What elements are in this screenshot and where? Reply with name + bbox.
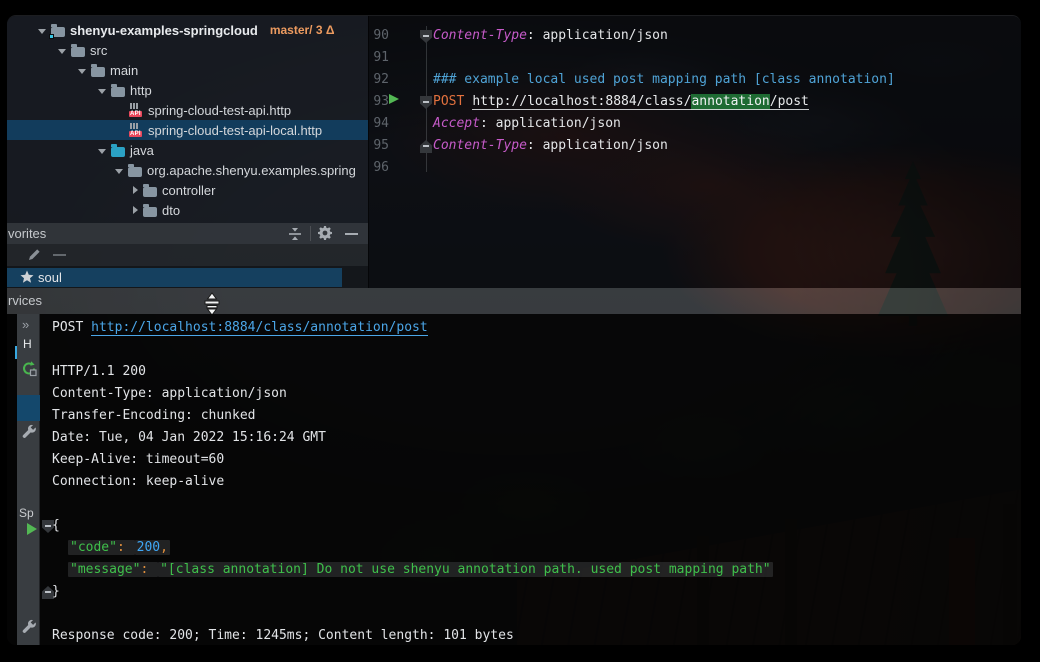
- chevron-down-icon[interactable]: [38, 29, 46, 34]
- http-request-file-icon: API: [129, 103, 143, 117]
- response-header: Content-Type: application/json: [52, 383, 287, 405]
- tab-indicator: [15, 346, 17, 359]
- chevron-right-icon[interactable]: [133, 186, 138, 194]
- tree-row-dto[interactable]: dto: [7, 200, 368, 220]
- selected-service-row[interactable]: [17, 395, 40, 421]
- services-left-gutter: [7, 314, 17, 645]
- tree-row-package[interactable]: org.apache.shenyu.examples.spring: [7, 160, 368, 180]
- star-icon: [20, 270, 34, 289]
- git-branch-label: master/ 3 Δ: [270, 23, 335, 37]
- tree-row-http[interactable]: http: [7, 80, 368, 100]
- editor-line-95: Content-Type: application/json: [433, 135, 668, 157]
- tree-row-controller[interactable]: controller: [7, 180, 368, 200]
- services-tab-label[interactable]: H: [23, 337, 32, 351]
- project-root-folder-icon: [51, 27, 65, 37]
- line-number: 90: [369, 25, 389, 47]
- tree-row-project-root[interactable]: shenyu-examples-springcloud master/ 3 Δ: [7, 20, 368, 40]
- json-message-line: "message": "[class annotation] Do not us…: [52, 559, 773, 581]
- header-separator: [310, 226, 311, 241]
- folder-icon: [71, 47, 85, 57]
- expand-chevrons-icon[interactable]: »: [22, 317, 29, 332]
- services-title: rvices: [8, 293, 42, 308]
- service-node-label[interactable]: Sp: [19, 506, 34, 520]
- response-status-line: HTTP/1.1 200: [52, 361, 146, 383]
- hide-panel-icon[interactable]: [345, 233, 358, 235]
- editor-line-93: POSThttp://localhost:8884/class/annotati…: [433, 91, 809, 113]
- line-number: 96: [369, 157, 389, 179]
- favorites-toolbar: [7, 244, 368, 266]
- tree-row-java[interactable]: java: [7, 140, 368, 160]
- response-header: Connection: keep-alive: [52, 471, 224, 493]
- folder-icon: [143, 207, 157, 217]
- tree-row-main[interactable]: main: [7, 60, 368, 80]
- sources-root-folder-icon: [111, 147, 125, 157]
- tree-row-http-file[interactable]: API spring-cloud-test-api.http: [7, 100, 368, 120]
- chevron-down-icon[interactable]: [98, 89, 106, 94]
- folder-icon: [143, 187, 157, 197]
- response-header: Date: Tue, 04 Jan 2022 15:16:24 GMT: [52, 427, 326, 449]
- favorite-item-label: soul: [38, 270, 62, 285]
- editor[interactable]: 90 91 92 93 94 95 96 Content-Type: appli…: [368, 16, 1021, 288]
- editor-line-94: Accept: application/json: [433, 113, 621, 135]
- line-number: 92: [369, 69, 389, 91]
- json-close-brace: }: [52, 581, 60, 603]
- response-header: Keep-Alive: timeout=60: [52, 449, 224, 471]
- fold-region-icon[interactable]: [420, 140, 432, 153]
- fold-region-icon[interactable]: [420, 30, 432, 43]
- rerun-icon[interactable]: [21, 360, 38, 383]
- services-panel: » H Sp POST http://localhost:8884/class/…: [7, 314, 1021, 645]
- folder-icon: [91, 67, 105, 77]
- favorite-item-soul[interactable]: soul: [7, 268, 342, 287]
- chevron-down-icon[interactable]: [78, 69, 86, 74]
- http-request-file-icon: API: [129, 123, 143, 137]
- line-number: 93: [369, 91, 389, 113]
- ide-window: shenyu-examples-springcloud master/ 3 Δ …: [7, 15, 1021, 645]
- edit-pencil-icon[interactable]: [27, 247, 42, 267]
- editor-line-90: Content-Type: application/json: [433, 25, 668, 47]
- fold-region-icon[interactable]: [420, 96, 432, 109]
- favorites-list: soul: [7, 266, 368, 288]
- request-line: POST http://localhost:8884/class/annotat…: [52, 317, 428, 339]
- gear-icon[interactable]: [317, 225, 333, 246]
- running-service-icon: [27, 523, 37, 535]
- response-summary: Response code: 200; Time: 1245ms; Conten…: [52, 625, 514, 645]
- chevron-down-icon[interactable]: [58, 49, 66, 54]
- json-code-line: "code": 200,: [52, 537, 170, 559]
- chevron-down-icon[interactable]: [115, 169, 123, 174]
- highlighted-annotation-text: annotation: [691, 94, 769, 110]
- favorites-panel-header[interactable]: vorites: [7, 223, 368, 244]
- wrench-icon[interactable]: [21, 619, 38, 641]
- favorites-title: vorites: [8, 226, 46, 241]
- json-open-brace: {: [52, 515, 60, 537]
- line-number: 91: [369, 47, 389, 69]
- line-number: 94: [369, 113, 389, 135]
- chevron-down-icon[interactable]: [98, 149, 106, 154]
- response-header: Transfer-Encoding: chunked: [52, 405, 256, 427]
- services-panel-header[interactable]: rvices: [7, 288, 1021, 314]
- tree-row-http-file-local-selected[interactable]: API spring-cloud-test-api-local.http: [7, 120, 368, 140]
- chevron-right-icon[interactable]: [133, 206, 138, 214]
- package-icon: [128, 167, 142, 177]
- editor-line-92: ### example local used post mapping path…: [433, 69, 895, 91]
- wrench-icon[interactable]: [21, 424, 38, 446]
- request-url-link[interactable]: http://localhost:8884/class/annotation/p…: [91, 320, 428, 336]
- tree-row-src[interactable]: src: [7, 40, 368, 60]
- remove-icon[interactable]: [53, 254, 66, 256]
- folder-icon: [111, 87, 125, 97]
- project-tree-panel: shenyu-examples-springcloud master/ 3 Δ …: [7, 16, 368, 223]
- project-badge-icon: [49, 34, 54, 39]
- run-request-button[interactable]: [389, 94, 399, 104]
- line-number: 95: [369, 135, 389, 157]
